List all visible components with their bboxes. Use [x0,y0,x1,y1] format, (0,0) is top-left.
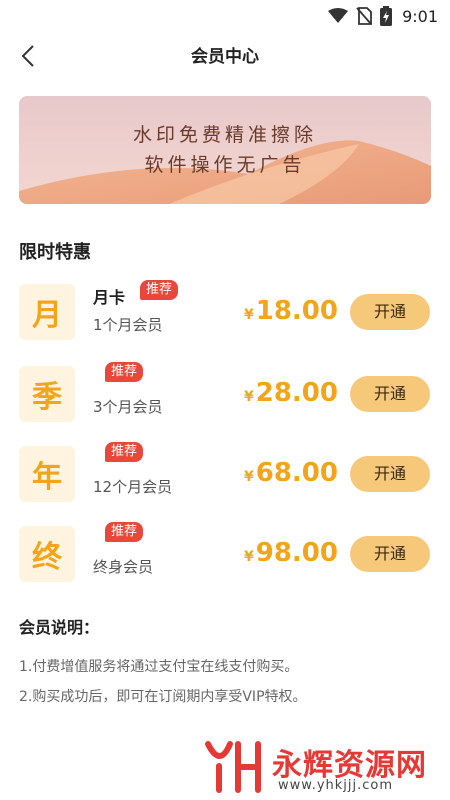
currency-symbol: ¥ [244,469,254,485]
site-watermark: 永辉资源网 www.yhkjjj.com [200,738,440,794]
plan-row-quarterly: 季 推荐 3个月会员 ¥28.00 开通 [0,362,450,424]
recommend-badge: 推荐 [140,280,179,300]
plan-price: ¥28.00 [244,378,338,408]
currency-symbol: ¥ [244,389,254,405]
price-value: 18.00 [255,296,338,326]
plan-desc: 12个月会员 [93,478,173,496]
plan-desc: 终身会员 [93,558,154,576]
plan-row-monthly: 月 月卡 推荐 1个月会员 ¥18.00 开通 [0,280,450,342]
notes-title: 会员说明： [19,618,100,637]
plan-price: ¥98.00 [244,538,338,568]
currency-symbol: ¥ [244,307,254,323]
status-icons: 9:01 [328,6,438,26]
currency-symbol: ¥ [244,549,254,565]
header: 会员中心 [0,32,450,78]
note-line: 1.付费增值服务将通过支付宝在线支付购买。 [19,659,299,675]
recommend-badge: 推荐 [105,442,144,462]
open-button[interactable]: 开通 [350,536,430,572]
banner-subline: 软件操作无广告 [144,154,306,176]
recommend-badge: 推荐 [105,362,144,382]
no-sim-icon [356,7,372,25]
plan-desc: 1个月会员 [93,316,163,334]
recommend-badge: 推荐 [105,522,144,542]
plan-row-yearly: 年 推荐 12个月会员 ¥68.00 开通 [0,442,450,504]
plan-icon: 年 [19,446,75,502]
plan-icon: 月 [19,284,75,340]
price-value: 28.00 [255,378,338,408]
watermark-url: www.yhkjjj.com [278,778,394,793]
plan-row-lifetime: 终 推荐 终身会员 ¥98.00 开通 [0,522,450,584]
watermark-logo-icon [205,741,261,793]
price-value: 68.00 [255,458,338,488]
plan-price: ¥68.00 [244,458,338,488]
promo-banner[interactable]: 水印免费精准擦除 软件操作无广告 [19,96,431,204]
note-line: 2.购买成功后，即可在订阅期内享受VIP特权。 [19,689,307,705]
section-title: 限时特惠 [19,242,91,263]
wifi-icon [328,8,349,23]
plan-icon: 季 [19,366,75,422]
page-title: 会员中心 [191,47,259,67]
price-value: 98.00 [255,538,338,568]
plan-price: ¥18.00 [244,296,338,326]
battery-charging-icon [380,6,393,26]
plan-desc: 3个月会员 [93,398,163,416]
plan-name: 月卡 [93,288,126,307]
open-button[interactable]: 开通 [350,376,430,412]
open-button[interactable]: 开通 [350,294,430,330]
open-button[interactable]: 开通 [350,456,430,492]
plan-icon: 终 [19,526,75,582]
status-bar: 9:01 [0,0,450,32]
banner-headline: 水印免费精准擦除 [132,124,317,146]
status-time: 9:01 [402,6,438,26]
